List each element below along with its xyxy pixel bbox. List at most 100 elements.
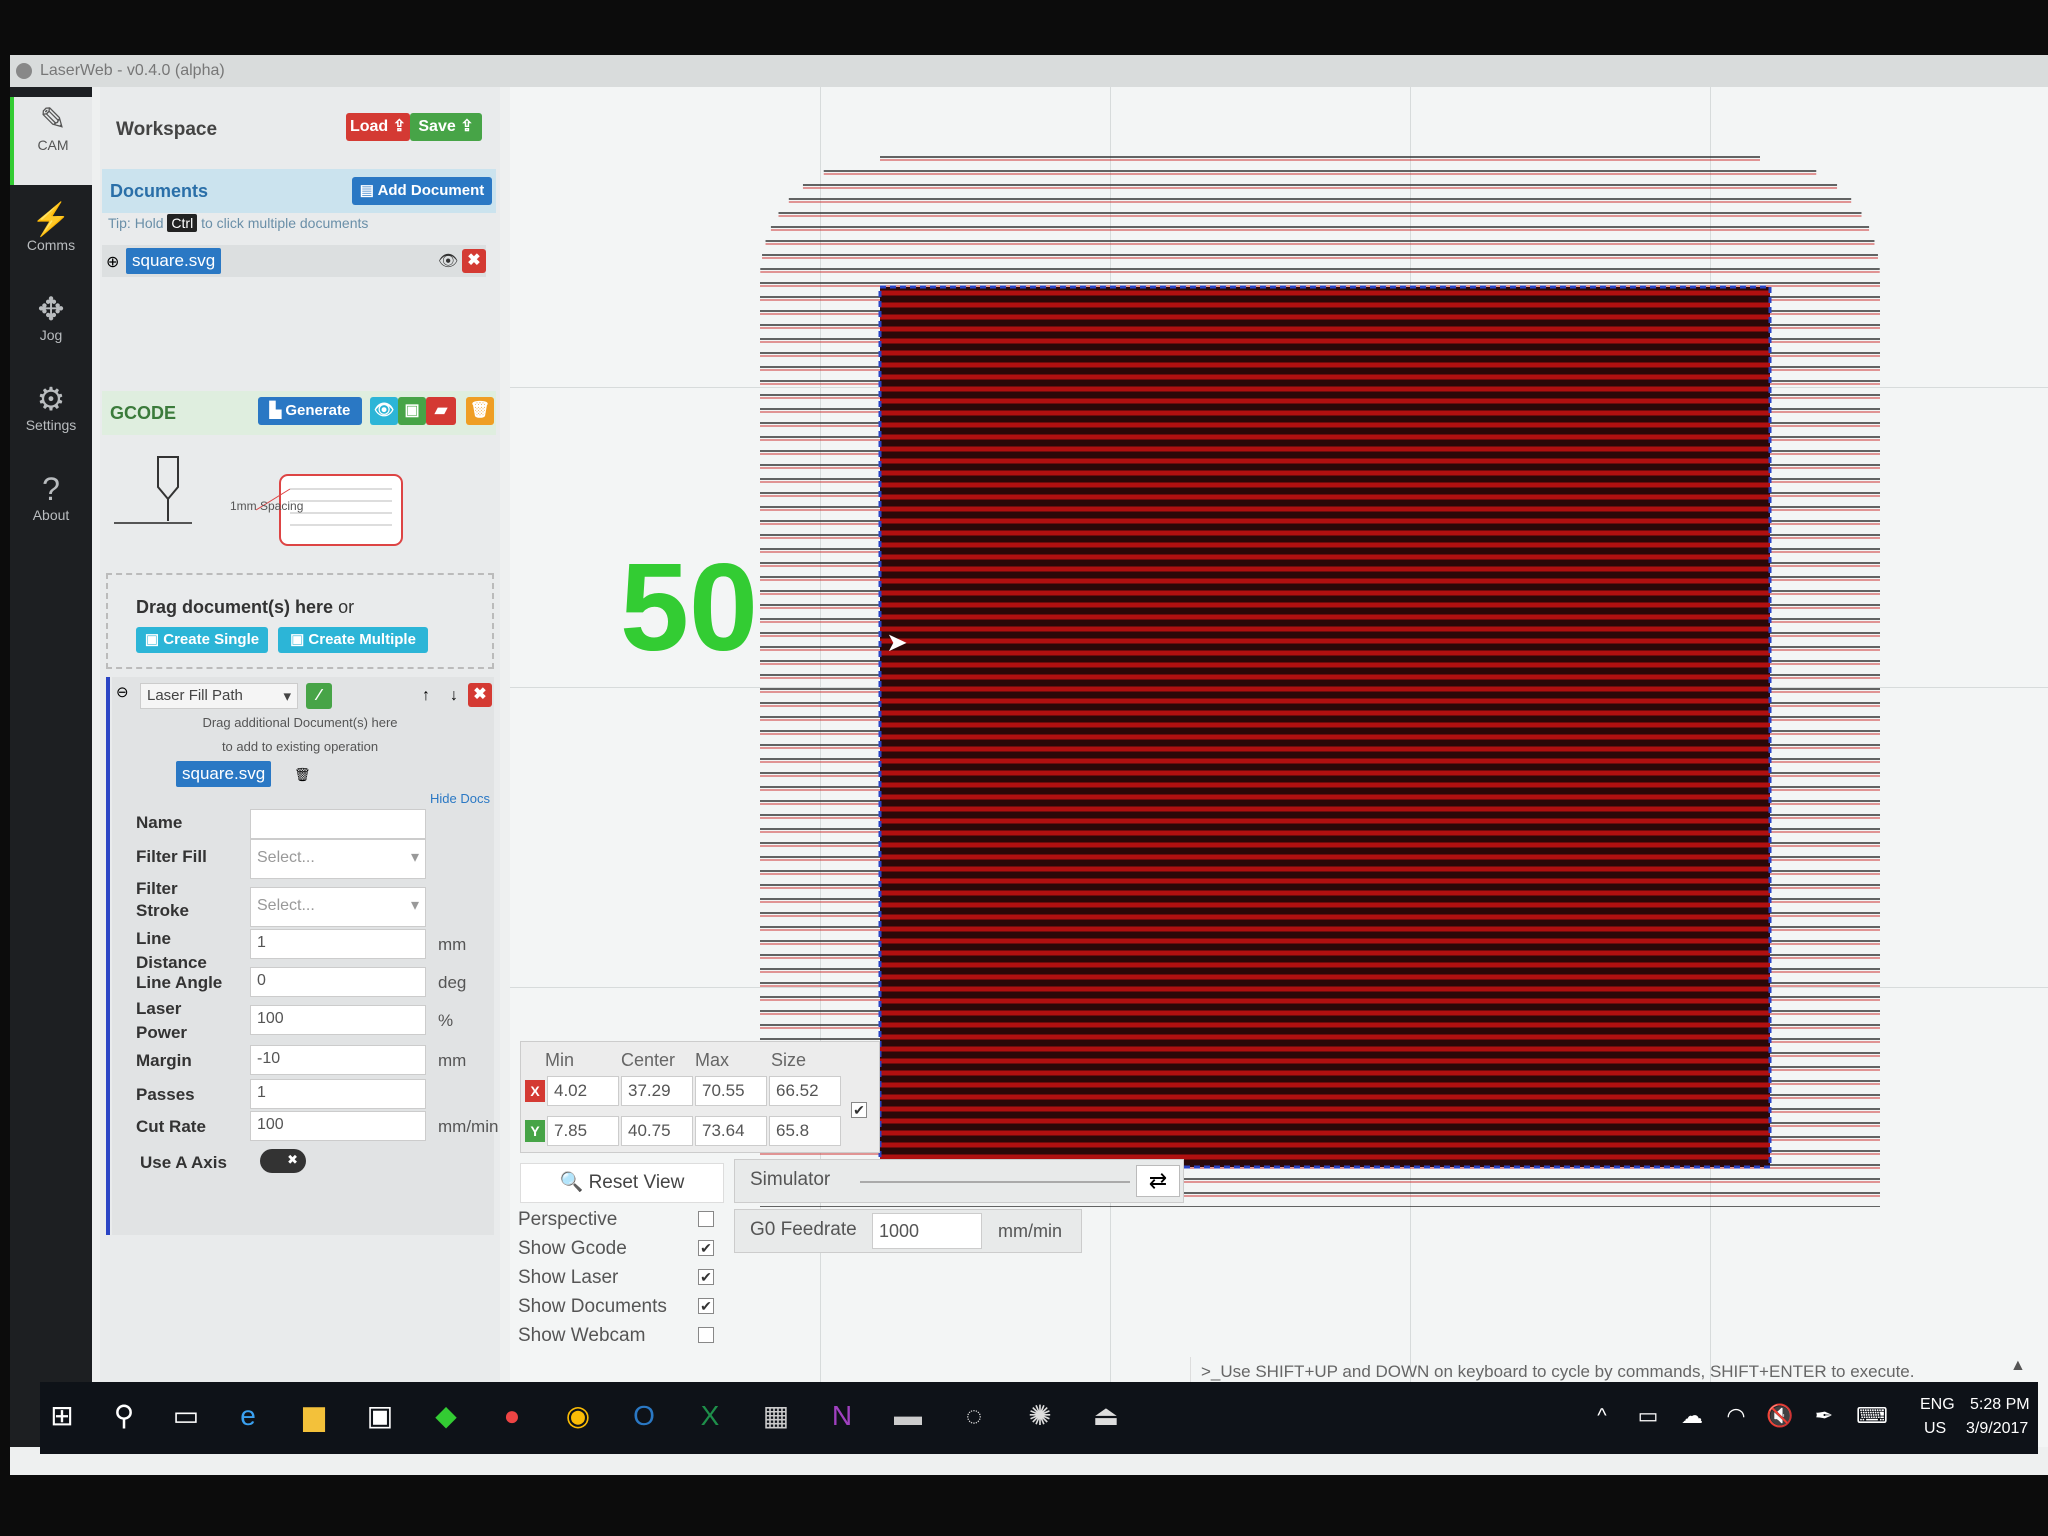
clock-date[interactable]: 3/9/2017	[1966, 1420, 2028, 1438]
store-icon[interactable]: ▣	[358, 1394, 402, 1438]
excel-icon[interactable]: X	[688, 1394, 732, 1438]
laser-power-input[interactable]: 100	[250, 1005, 426, 1035]
show-gcode-checkbox[interactable]: ✔	[698, 1240, 714, 1256]
expand-icon[interactable]: ⊕	[106, 252, 119, 272]
reset-view-button[interactable]: 🔍 Reset View	[520, 1163, 724, 1203]
app-icon-gray[interactable]: ◌	[952, 1394, 996, 1438]
lang-code[interactable]: ENG	[1920, 1396, 1955, 1414]
filter-fill-label: Filter Fill	[136, 847, 207, 866]
documents-tip: Tip: Hold Ctrl to click multiple documen…	[108, 214, 369, 232]
drop-zone[interactable]	[106, 573, 494, 669]
sidebar-item-comms[interactable]: ⚡ Comms	[10, 197, 92, 285]
line-angle-input[interactable]: 0	[250, 967, 426, 997]
battery-icon[interactable]: ▭	[1626, 1394, 1670, 1438]
lock-aspect-checkbox[interactable]: ✔	[851, 1102, 867, 1118]
name-input[interactable]	[250, 809, 426, 839]
create-multiple-button[interactable]: ▣ Create Multiple	[278, 627, 428, 653]
show-documents-checkbox[interactable]: ✔	[698, 1298, 714, 1314]
clear-gcode-button[interactable]: 🗑	[466, 397, 494, 425]
document-row[interactable]: ⊕ square.svg 👁 ✖	[102, 245, 486, 277]
volume-icon[interactable]: 🔇	[1758, 1394, 1802, 1438]
clock-time[interactable]: 5:28 PM	[1970, 1396, 2030, 1414]
arrows-icon: ✥	[37, 291, 65, 327]
task-view-icon[interactable]: ▭	[164, 1394, 208, 1438]
x-max: 70.55	[695, 1076, 767, 1106]
laserweb-taskbar-icon[interactable]: ✺	[1018, 1394, 1062, 1438]
laser-power-label-2: Power	[136, 1023, 188, 1042]
filter-fill-select[interactable]: Select... ▾	[250, 839, 426, 879]
save-gcode-button[interactable]: ▣	[398, 397, 426, 425]
document-tag[interactable]: square.svg	[126, 248, 222, 274]
load-button[interactable]: Load ⇪	[346, 113, 410, 141]
feedrate-input[interactable]: 1000	[872, 1213, 982, 1249]
hide-docs-link[interactable]: Hide Docs	[430, 791, 490, 806]
search-icon[interactable]: ⚲	[102, 1394, 146, 1438]
collapse-icon[interactable]: ⊖	[116, 683, 129, 701]
name-label: Name	[136, 813, 183, 832]
chrome-icon[interactable]: ◉	[556, 1394, 600, 1438]
margin-label: Margin	[136, 1051, 192, 1070]
y-max: 73.64	[695, 1116, 767, 1146]
trash-icon[interactable]: 🗑	[294, 767, 311, 783]
pen-icon[interactable]: ✒	[1802, 1394, 1846, 1438]
remove-document-button[interactable]: ✖	[462, 249, 486, 273]
move-up-icon[interactable]: ↑	[422, 687, 430, 705]
eye-icon[interactable]: 👁	[438, 251, 458, 271]
cloud-icon[interactable]: ☁	[1670, 1394, 1714, 1438]
line-distance-input[interactable]: 1	[250, 929, 426, 959]
scroll-up-icon[interactable]: ▲	[2010, 1357, 2026, 1375]
remove-operation-button[interactable]: ✖	[468, 683, 492, 707]
save-button[interactable]: Save ⇪	[410, 113, 482, 141]
keyboard-icon[interactable]: ⌨	[1850, 1394, 1894, 1438]
show-gcode-label: Show Gcode	[518, 1238, 627, 1259]
wifi-icon[interactable]: ◠	[1714, 1394, 1758, 1438]
edge-icon[interactable]: e	[226, 1394, 270, 1438]
file-explorer-icon[interactable]: ▆	[292, 1394, 336, 1438]
onenote-icon[interactable]: N	[820, 1394, 864, 1438]
line-distance-label-2: Distance	[136, 953, 207, 972]
cut-rate-input[interactable]: 100	[250, 1111, 426, 1141]
swap-arrows-icon[interactable]: ⇄	[1136, 1165, 1180, 1197]
app-icon-last[interactable]: ⏏	[1084, 1394, 1128, 1438]
sidebar: ✎ CAM ⚡ Comms ✥ Jog ⚙ Settings ? About	[10, 87, 92, 1447]
sidebar-item-jog[interactable]: ✥ Jog	[10, 287, 92, 375]
margin-input[interactable]: -10	[250, 1045, 426, 1075]
margin-unit: mm	[438, 1051, 467, 1070]
passes-input[interactable]: 1	[250, 1079, 426, 1109]
sidebar-item-settings[interactable]: ⚙ Settings	[10, 377, 92, 465]
terminal-icon[interactable]: ▬	[886, 1394, 930, 1438]
simulator-slider[interactable]	[860, 1181, 1130, 1183]
show-laser-checkbox[interactable]: ✔	[698, 1269, 714, 1285]
open-gcode-button[interactable]: ▰	[426, 397, 456, 425]
feedrate-label: G0 Feedrate	[750, 1219, 857, 1240]
cut-rate-label: Cut Rate	[136, 1117, 206, 1136]
x-center: 37.29	[621, 1076, 693, 1106]
view-gcode-button[interactable]: 👁	[370, 397, 398, 425]
lang-region[interactable]: US	[1924, 1420, 1946, 1438]
move-down-icon[interactable]: ↓	[450, 687, 458, 705]
sidebar-item-cam[interactable]: ✎ CAM	[10, 97, 92, 185]
wand-icon[interactable]: ⁄	[306, 683, 332, 709]
laser-power-label-1: Laser	[136, 999, 182, 1018]
generate-button[interactable]: ▙ Generate	[258, 397, 362, 425]
cam-panel: Workspace Load ⇪ Save ⇪ Documents ▤ Add …	[100, 87, 500, 1447]
plug-icon: ⚡	[31, 201, 71, 237]
operation-type-select[interactable]: Laser Fill Path ▾	[140, 683, 298, 709]
use-a-axis-toggle[interactable]: ✖	[260, 1149, 306, 1173]
show-webcam-checkbox[interactable]	[698, 1327, 714, 1343]
perspective-checkbox[interactable]	[698, 1211, 714, 1227]
create-single-button[interactable]: ▣ Create Single	[136, 627, 268, 653]
tray-chevron-icon[interactable]: ^	[1580, 1394, 1624, 1438]
outlook-icon[interactable]: O	[622, 1394, 666, 1438]
add-document-button[interactable]: ▤ Add Document	[352, 177, 492, 205]
spacing-label: 1mm Spacing	[230, 499, 304, 513]
filter-stroke-select[interactable]: Select... ▾	[250, 887, 426, 927]
show-documents-label: Show Documents	[518, 1296, 667, 1317]
app-icon-green[interactable]: ◆	[424, 1394, 468, 1438]
operation-doc-tag[interactable]: square.svg	[176, 761, 272, 787]
calculator-icon[interactable]: ▦	[754, 1394, 798, 1438]
windows-start-icon[interactable]: ⊞	[40, 1394, 84, 1438]
app-icon-color[interactable]: ●	[490, 1394, 534, 1438]
documents-title: Documents	[110, 181, 209, 201]
sidebar-item-about[interactable]: ? About	[10, 467, 92, 555]
